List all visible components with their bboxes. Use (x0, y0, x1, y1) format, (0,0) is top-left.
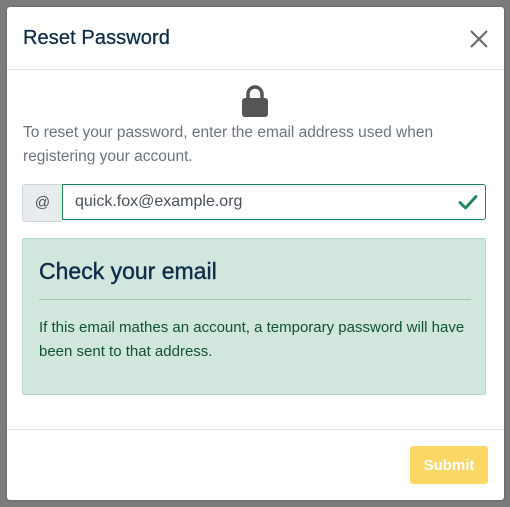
modal-title: Reset Password (23, 27, 171, 49)
reset-password-modal: Reset Password To reset your password, e… (7, 7, 504, 500)
success-alert: Check your email If this email mathes an… (22, 238, 486, 395)
submit-button[interactable]: Submit (410, 446, 488, 484)
email-field[interactable] (62, 184, 486, 220)
close-button[interactable] (467, 27, 491, 51)
close-icon (470, 30, 488, 48)
modal-header: Reset Password (7, 7, 504, 70)
backdrop (504, 0, 510, 507)
alert-heading: Check your email (39, 258, 217, 284)
lock-icon (242, 85, 268, 117)
check-icon (458, 195, 478, 210)
email-input-group: @ (22, 184, 488, 222)
alert-divider (39, 299, 471, 300)
at-symbol-prefix: @ (22, 184, 62, 222)
modal-footer: Submit (7, 429, 504, 501)
alert-body: If this email mathes an account, a tempo… (39, 319, 465, 360)
instructions-text: To reset your password, enter the email … (23, 124, 434, 165)
